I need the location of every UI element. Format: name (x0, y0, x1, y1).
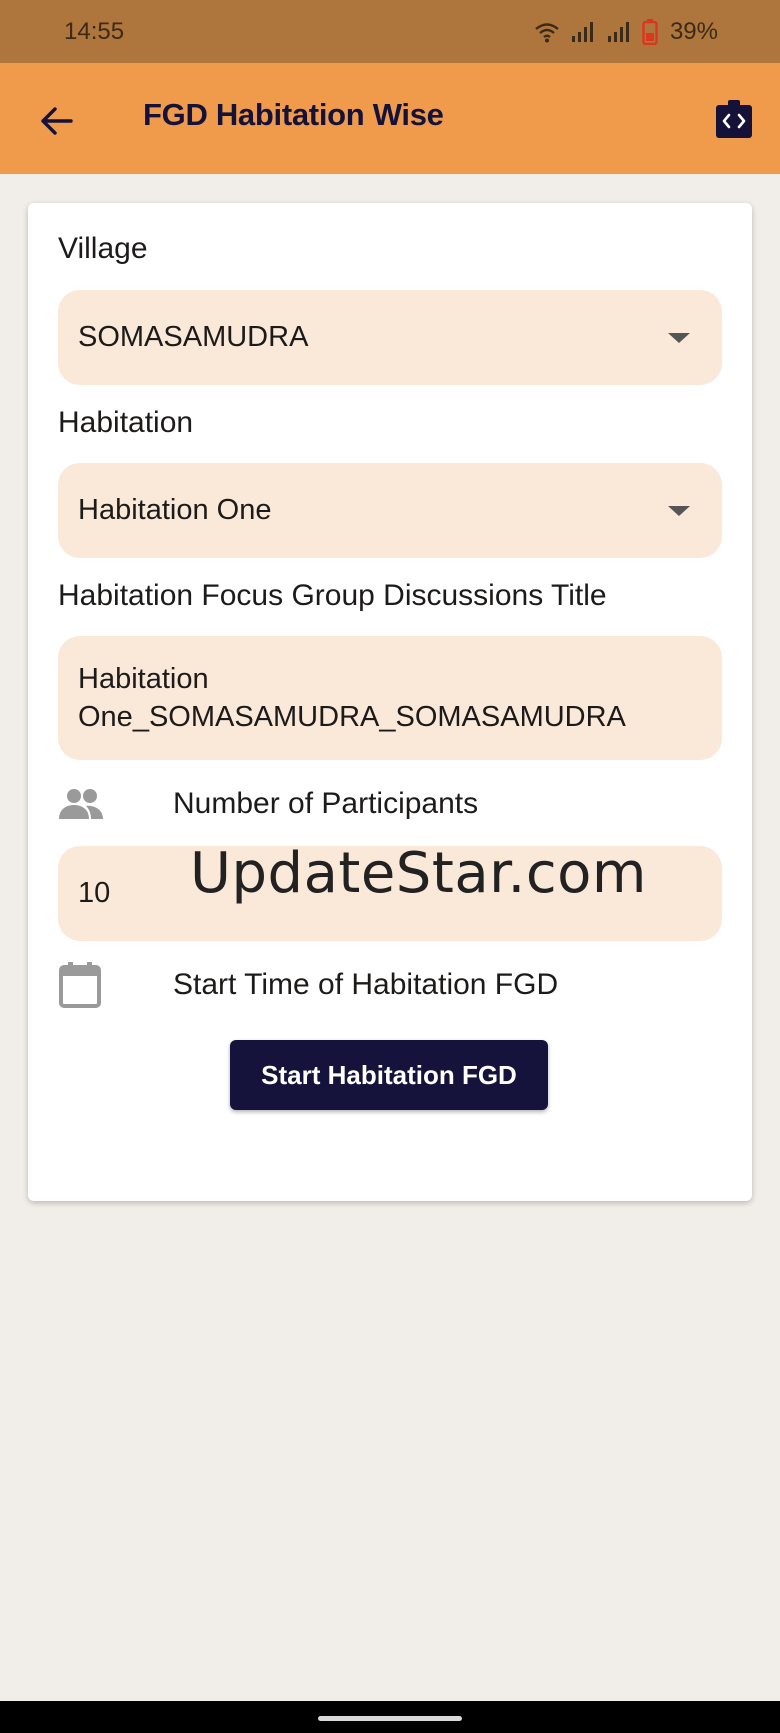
participants-label: Number of Participants (173, 787, 479, 820)
page-title: FGD Habitation Wise (143, 97, 444, 132)
fgd-title-value-line2: One_SOMASAMUDRA_SOMASAMUDRA (78, 701, 626, 733)
habitation-dropdown[interactable]: Habitation One (58, 463, 722, 558)
caret-down-icon (668, 332, 690, 343)
start-time-label: Start Time of Habitation FGD (173, 968, 559, 1001)
signal-icon (607, 22, 629, 42)
battery-percent: 39% (669, 18, 718, 45)
system-nav-bar (0, 1701, 780, 1733)
village-value: SOMASAMUDRA (78, 321, 309, 353)
code-clipboard-button[interactable] (714, 99, 754, 139)
fgd-title-field[interactable]: Habitation One_SOMASAMUDRA_SOMASAMUDRA (58, 636, 722, 760)
participants-row: Number of Participants (58, 781, 478, 827)
app-bar: FGD Habitation Wise (0, 63, 780, 174)
status-icons: 39% (534, 18, 718, 46)
form-card: Village SOMASAMUDRA Habitation Habitatio… (28, 203, 752, 1201)
arrow-left-icon (41, 107, 73, 135)
fgd-title-label: Habitation Focus Group Discussions Title (58, 579, 607, 612)
wifi-icon (535, 23, 559, 43)
back-button[interactable] (32, 97, 80, 145)
battery-low-icon (642, 19, 658, 45)
fgd-title-value-line1: Habitation (78, 663, 209, 695)
village-dropdown[interactable]: SOMASAMUDRA (58, 290, 722, 385)
habitation-label: Habitation (58, 406, 194, 439)
calendar-icon (59, 962, 101, 1008)
caret-down-icon (668, 505, 690, 516)
watermark: UpdateStar.com (190, 841, 647, 906)
start-time-row[interactable]: Start Time of Habitation FGD (58, 962, 558, 1008)
home-gesture-handle[interactable] (318, 1716, 462, 1721)
status-bar: 14:55 39% (0, 0, 780, 63)
status-time: 14:55 (64, 18, 125, 45)
signal-icon (571, 22, 593, 42)
village-label: Village (58, 232, 148, 265)
start-habitation-fgd-button[interactable]: Start Habitation FGD (230, 1040, 548, 1110)
code-clipboard-icon (716, 100, 752, 138)
habitation-value: Habitation One (78, 494, 272, 526)
people-icon (59, 789, 103, 819)
